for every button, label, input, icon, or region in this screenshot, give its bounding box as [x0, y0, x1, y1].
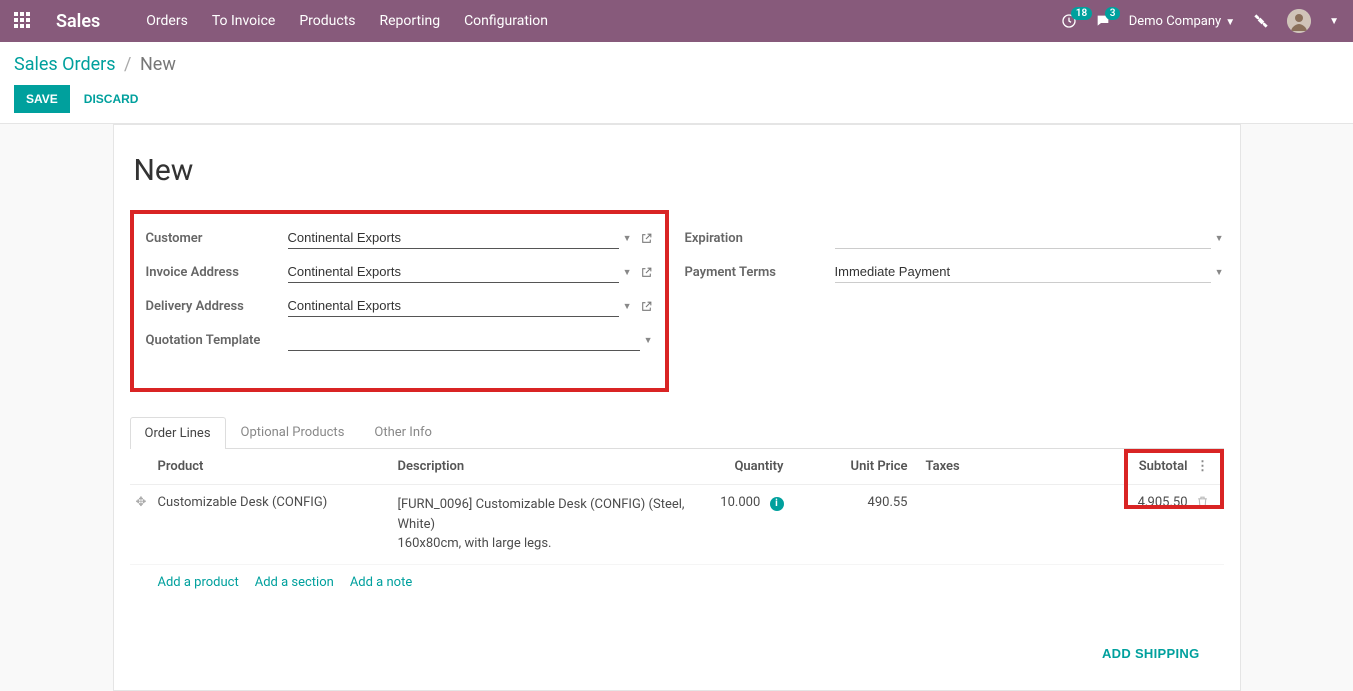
nav-orders[interactable]: Orders — [146, 13, 188, 29]
messages-badge: 3 — [1105, 7, 1121, 20]
breadcrumb-separator: / — [124, 54, 131, 75]
debug-icon[interactable] — [1253, 13, 1269, 29]
user-menu-caret[interactable]: ▼ — [1329, 16, 1339, 27]
app-brand: Sales — [56, 11, 100, 32]
highlight-box-customer: Customer ▼ Invoice Address ▼ — [130, 210, 669, 392]
col-taxes: Taxes — [908, 459, 1078, 474]
messages-icon[interactable]: 3 — [1095, 13, 1111, 29]
drag-handle-icon[interactable]: ✥ — [136, 495, 158, 510]
invoice-address-field[interactable] — [288, 261, 619, 283]
tab-other-info[interactable]: Other Info — [359, 416, 447, 448]
cell-unit-price[interactable]: 490.55 — [808, 495, 908, 510]
activity-badge: 18 — [1071, 7, 1092, 20]
tabs: Order Lines Optional Products Other Info — [130, 416, 1224, 449]
col-quantity: Quantity — [698, 459, 808, 474]
highlight-box-subtotal — [1124, 449, 1224, 509]
external-link-icon[interactable] — [640, 300, 653, 313]
action-buttons: SAVE DISCARD — [14, 85, 1339, 113]
dropdown-caret-icon[interactable]: ▼ — [1215, 233, 1224, 244]
dropdown-caret-icon[interactable]: ▼ — [623, 301, 632, 312]
nav-products[interactable]: Products — [299, 13, 355, 29]
external-link-icon[interactable] — [640, 266, 653, 279]
topbar: Sales Orders To Invoice Products Reporti… — [0, 0, 1353, 42]
table-row[interactable]: ✥ Customizable Desk (CONFIG) [FURN_0096]… — [130, 485, 1224, 565]
dropdown-caret-icon[interactable]: ▼ — [644, 335, 653, 346]
control-panel: Sales Orders / New SAVE DISCARD — [0, 42, 1353, 124]
payment-terms-field[interactable] — [835, 261, 1211, 283]
external-link-icon[interactable] — [640, 232, 653, 245]
delivery-address-label: Delivery Address — [146, 299, 288, 314]
user-avatar[interactable] — [1287, 9, 1311, 33]
col-unit-price: Unit Price — [808, 459, 908, 474]
info-icon[interactable]: i — [770, 497, 784, 511]
add-row: Add a product Add a section Add a note — [130, 565, 1224, 600]
company-name: Demo Company — [1129, 14, 1221, 29]
cell-description[interactable]: [FURN_0096] Customizable Desk (CONFIG) (… — [398, 495, 698, 554]
cell-product[interactable]: Customizable Desk (CONFIG) — [158, 495, 398, 510]
topbar-right: 18 3 Demo Company▼ ▼ — [1061, 9, 1339, 33]
dropdown-caret-icon[interactable]: ▼ — [1215, 267, 1224, 278]
tab-order-lines[interactable]: Order Lines — [130, 417, 226, 449]
cell-quantity[interactable]: 10.000 i — [698, 495, 808, 511]
quotation-template-field[interactable] — [288, 329, 640, 351]
breadcrumb: Sales Orders / New — [14, 54, 1339, 75]
activity-icon[interactable]: 18 — [1061, 13, 1077, 29]
table-header: Product Description Quantity Unit Price … — [130, 449, 1224, 485]
tab-optional-products[interactable]: Optional Products — [226, 416, 360, 448]
breadcrumb-root[interactable]: Sales Orders — [14, 54, 116, 75]
customer-field[interactable] — [288, 227, 619, 249]
payment-terms-label: Payment Terms — [685, 265, 835, 280]
discard-button[interactable]: DISCARD — [84, 92, 139, 106]
delivery-address-field[interactable] — [288, 295, 619, 317]
save-button[interactable]: SAVE — [14, 85, 70, 113]
col-description: Description — [398, 459, 698, 474]
add-section-link[interactable]: Add a section — [255, 575, 334, 590]
dropdown-caret-icon[interactable]: ▼ — [623, 267, 632, 278]
nav-to-invoice[interactable]: To Invoice — [212, 13, 276, 29]
quantity-value: 10.000 — [720, 495, 760, 510]
nav-reporting[interactable]: Reporting — [380, 13, 441, 29]
nav-menu: Orders To Invoice Products Reporting Con… — [146, 13, 548, 29]
breadcrumb-current: New — [140, 54, 176, 75]
quotation-template-label: Quotation Template — [146, 333, 288, 348]
order-lines-table: Product Description Quantity Unit Price … — [130, 449, 1224, 600]
add-note-link[interactable]: Add a note — [350, 575, 412, 590]
add-product-link[interactable]: Add a product — [158, 575, 239, 590]
company-switcher[interactable]: Demo Company▼ — [1129, 14, 1235, 29]
dropdown-caret-icon[interactable]: ▼ — [623, 233, 632, 244]
expiration-label: Expiration — [685, 231, 835, 246]
customer-label: Customer — [146, 231, 288, 246]
invoice-address-label: Invoice Address — [146, 265, 288, 280]
form-sheet: New Customer ▼ Invoice Address ▼ — [113, 124, 1241, 691]
record-title: New — [134, 153, 1224, 188]
add-shipping-button[interactable]: ADD SHIPPING — [1102, 646, 1200, 661]
expiration-field[interactable] — [835, 227, 1211, 249]
col-product: Product — [158, 459, 398, 474]
nav-configuration[interactable]: Configuration — [464, 13, 548, 29]
apps-menu-icon[interactable] — [14, 12, 32, 30]
form-footer: ADD SHIPPING — [130, 600, 1224, 662]
